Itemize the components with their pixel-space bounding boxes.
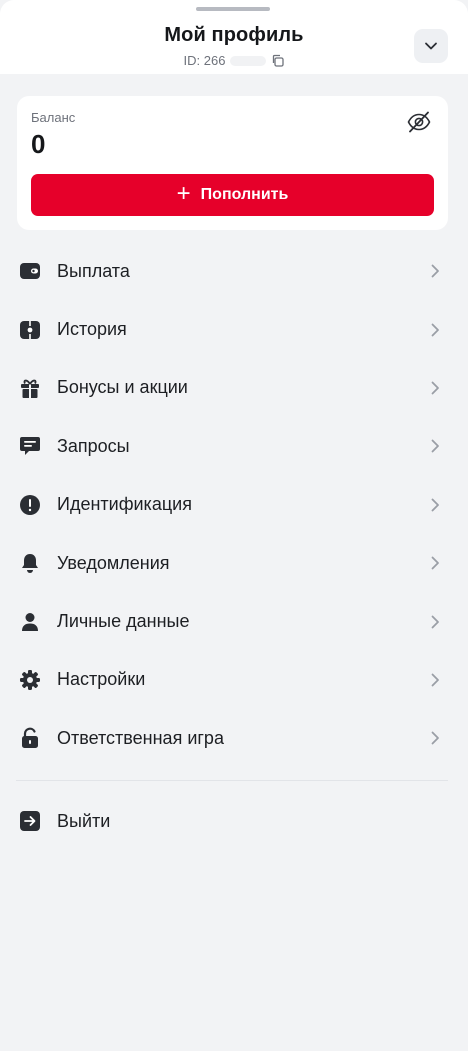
chevron-right-icon	[428, 673, 442, 687]
menu-item-label: Уведомления	[57, 552, 170, 573]
topup-label: Пополнить	[200, 186, 289, 203]
chevron-down-icon	[423, 38, 439, 54]
menu-divider	[16, 780, 448, 781]
profile-menu: Выплата История Бонусы и акции Запросы И…	[0, 242, 468, 768]
topup-button[interactable]: + Пополнить	[31, 174, 434, 216]
alert-icon	[18, 493, 42, 517]
copy-icon[interactable]	[271, 54, 285, 67]
menu-item-requests[interactable]: Запросы	[0, 417, 468, 475]
menu-item-label: Ответственная игра	[57, 727, 224, 748]
chevron-right-icon	[428, 323, 442, 337]
menu-item-identification[interactable]: Идентификация	[0, 476, 468, 534]
chevron-right-icon	[428, 731, 442, 745]
chevron-right-icon	[428, 498, 442, 512]
menu-item-label: Идентификация	[57, 494, 192, 515]
menu-item-label: Настройки	[57, 669, 146, 690]
logout-button[interactable]: Выйти	[0, 792, 468, 850]
gift-icon	[18, 376, 42, 400]
user-id-label: ID: 266	[183, 53, 226, 68]
menu-item-bonuses[interactable]: Бонусы и акции	[0, 359, 468, 417]
balance-label: Баланс	[31, 110, 76, 125]
wallet-icon	[18, 259, 42, 283]
hide-balance-icon[interactable]	[405, 108, 433, 136]
menu-item-label: Личные данные	[57, 611, 190, 632]
user-id-masked	[230, 55, 267, 66]
chevron-right-icon	[428, 381, 442, 395]
balance-card: Баланс 0 + Пополнить	[17, 96, 448, 230]
balance-value: 0	[31, 129, 46, 159]
menu-item-label: Выплата	[57, 260, 130, 281]
user-icon	[18, 610, 42, 634]
chevron-right-icon	[428, 264, 442, 278]
history-icon	[18, 318, 42, 342]
menu-item-payout[interactable]: Выплата	[0, 242, 468, 300]
chevron-right-icon	[428, 556, 442, 570]
collapse-button[interactable]	[414, 29, 448, 63]
menu-item-responsible-gaming[interactable]: Ответственная игра	[0, 709, 468, 767]
menu-item-label: Бонусы и акции	[57, 377, 188, 398]
user-id-row: ID: 266	[0, 53, 468, 68]
menu-item-settings[interactable]: Настройки	[0, 651, 468, 709]
logout-icon	[18, 809, 42, 833]
menu-item-history[interactable]: История	[0, 300, 468, 358]
gear-icon	[18, 668, 42, 692]
bell-icon	[18, 551, 42, 575]
page-title: Мой профиль	[164, 24, 304, 46]
menu-item-label: Запросы	[57, 435, 130, 456]
lock-icon	[18, 726, 42, 750]
menu-item-label: История	[57, 319, 127, 340]
profile-sheet: Мой профиль ID: 266 Баланс 0 + Пополнить…	[0, 0, 468, 1051]
chat-icon	[18, 434, 42, 458]
chevron-right-icon	[428, 615, 442, 629]
plus-icon: +	[176, 180, 191, 207]
logout-label: Выйти	[57, 810, 111, 831]
menu-item-personal-data[interactable]: Личные данные	[0, 592, 468, 650]
menu-item-notifications[interactable]: Уведомления	[0, 534, 468, 592]
chevron-right-icon	[428, 439, 442, 453]
profile-header: Мой профиль ID: 266	[0, 0, 468, 74]
drag-handle[interactable]	[196, 7, 270, 11]
